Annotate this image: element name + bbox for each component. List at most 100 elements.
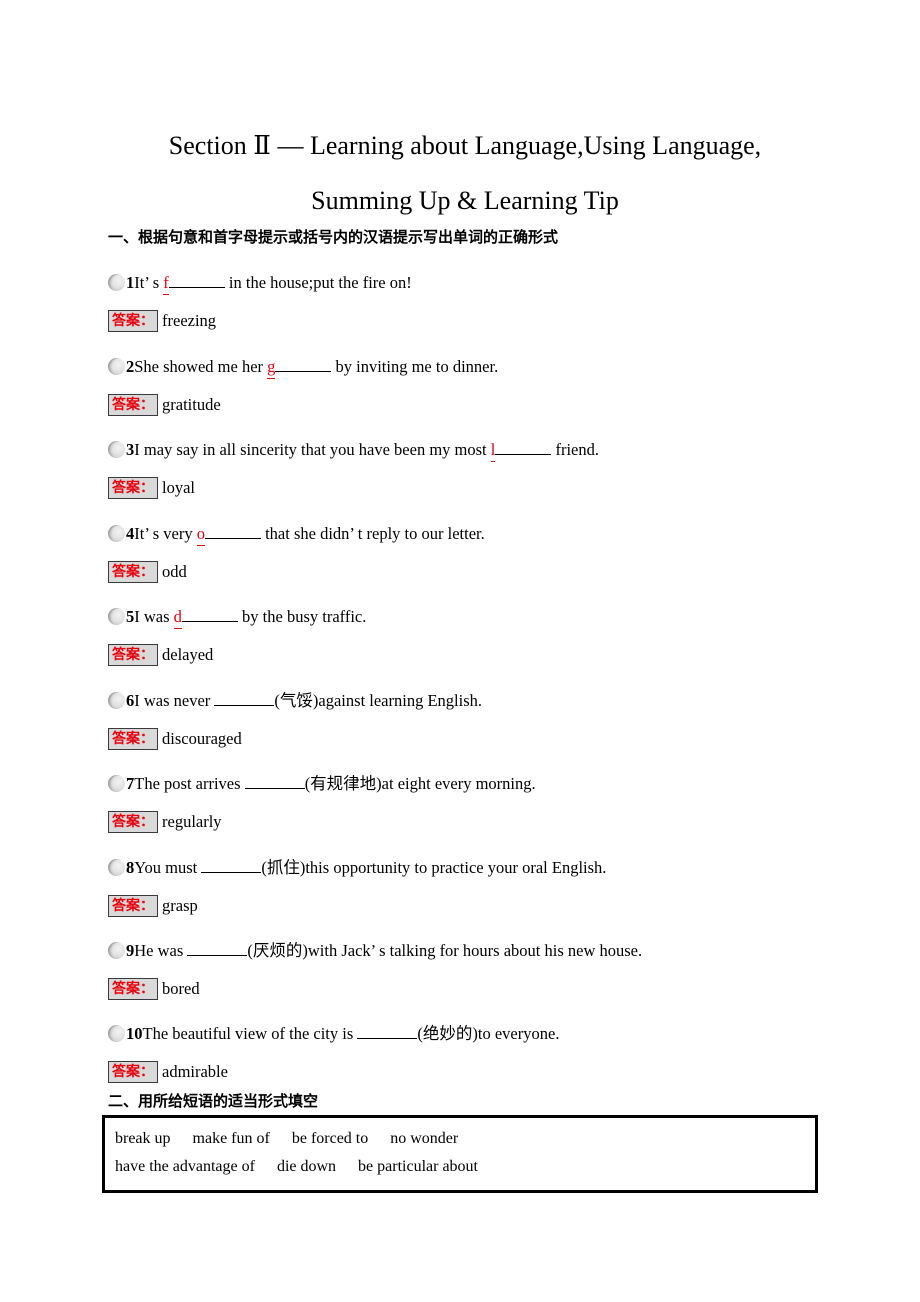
answer-label: 答案： bbox=[108, 728, 158, 750]
question-text-pre: The beautiful view of the city is bbox=[142, 1024, 358, 1043]
question-row: 8You must (抓住)this opportunity to practi… bbox=[108, 857, 606, 879]
answer-blank bbox=[201, 857, 262, 873]
answer-label: 答案： bbox=[108, 811, 158, 833]
answer-text: freezing bbox=[162, 311, 217, 330]
bullet-sphere-icon bbox=[108, 358, 125, 375]
bullet-sphere-icon bbox=[108, 1025, 125, 1042]
answer-blank bbox=[168, 272, 225, 288]
question-number: 5 bbox=[126, 607, 135, 626]
question-number: 2 bbox=[126, 357, 135, 376]
question-text-post: (有规律地)at eight every morning. bbox=[304, 774, 536, 793]
bullet-sphere-icon bbox=[108, 775, 125, 792]
answer-row: 答案： delayed bbox=[108, 644, 213, 668]
phrase-bank-line-1: break up make fun of be forced to no wonder bbox=[115, 1125, 805, 1153]
answer-text: admirable bbox=[162, 1062, 228, 1081]
answer-label: 答案： bbox=[108, 1061, 158, 1083]
question-number: 10 bbox=[126, 1024, 143, 1043]
question-text-pre: It’ s very bbox=[134, 524, 197, 543]
answer-blank bbox=[244, 773, 305, 789]
phrase-item: make fun of bbox=[192, 1130, 270, 1147]
title-line-1: Section Ⅱ — Learning about Language,Usin… bbox=[168, 131, 762, 160]
hint-letter: g bbox=[267, 356, 276, 379]
question-text-pre: You must bbox=[134, 858, 202, 877]
answer-text: delayed bbox=[162, 645, 214, 664]
phrase-item: die down bbox=[276, 1158, 337, 1175]
answer-label: 答案： bbox=[108, 561, 158, 583]
phrase-item: no wonder bbox=[390, 1130, 459, 1147]
question-text-pre: I was bbox=[134, 607, 174, 626]
answer-row: 答案： discouraged bbox=[108, 728, 242, 752]
question-text-pre: I may say in all sincerity that you have… bbox=[134, 440, 491, 459]
question-text-pre: The post arrives bbox=[134, 774, 245, 793]
section-one-heading: 一、根据句意和首字母提示或括号内的汉语提示写出单词的正确形式 bbox=[108, 228, 559, 246]
answer-row: 答案： bored bbox=[108, 978, 200, 1002]
question-row: 7The post arrives (有规律地)at eight every m… bbox=[108, 773, 536, 795]
question-number: 8 bbox=[126, 858, 135, 877]
question-text-post: that she didn’ t reply to our letter. bbox=[260, 524, 485, 543]
answer-text: bored bbox=[162, 979, 200, 998]
question-number: 4 bbox=[126, 524, 135, 543]
answer-row: 答案： freezing bbox=[108, 310, 216, 334]
section-two-heading: 二、用所给短语的适当形式填空 bbox=[108, 1092, 319, 1110]
bullet-sphere-icon bbox=[108, 441, 125, 458]
question-text-pre: I was never bbox=[134, 691, 215, 710]
title-line-2: Summing Up & Learning Tip bbox=[311, 186, 619, 215]
answer-blank bbox=[187, 940, 248, 956]
phrase-item: break up bbox=[115, 1130, 171, 1147]
answer-text: gratitude bbox=[162, 395, 221, 414]
answer-row: 答案： gratitude bbox=[108, 394, 221, 418]
answer-label: 答案： bbox=[108, 477, 158, 499]
question-row: 9He was (厌烦的)with Jack’ s talking for ho… bbox=[108, 940, 642, 962]
question-text-post: by the busy traffic. bbox=[237, 607, 367, 626]
question-number: 1 bbox=[126, 273, 135, 292]
question-text-post: (抓住)this opportunity to practice your or… bbox=[261, 858, 607, 877]
answer-text: grasp bbox=[162, 896, 198, 915]
answer-row: 答案： regularly bbox=[108, 811, 222, 835]
answer-text: loyal bbox=[162, 478, 195, 497]
question-row: 4It’ s very o that she didn’ t reply to … bbox=[108, 523, 485, 546]
question-row: 2She showed me her g by inviting me to d… bbox=[108, 356, 499, 379]
hint-letter: o bbox=[196, 523, 205, 546]
question-text-post: in the house;put the fire on! bbox=[224, 273, 412, 292]
answer-row: 答案： admirable bbox=[108, 1061, 228, 1085]
answer-row: 答案： grasp bbox=[108, 895, 198, 919]
bullet-sphere-icon bbox=[108, 274, 125, 291]
bullet-sphere-icon bbox=[108, 942, 125, 959]
question-number: 9 bbox=[126, 941, 135, 960]
question-number: 7 bbox=[126, 774, 135, 793]
page-title: Section Ⅱ — Learning about Language,Usin… bbox=[100, 118, 830, 228]
question-row: 1It’ s f in the house;put the fire on! bbox=[108, 272, 412, 295]
bullet-sphere-icon bbox=[108, 692, 125, 709]
question-text-pre: He was bbox=[134, 941, 188, 960]
answer-label: 答案： bbox=[108, 310, 158, 332]
answer-label: 答案： bbox=[108, 394, 158, 416]
question-text-pre: She showed me her bbox=[134, 357, 268, 376]
answer-blank bbox=[495, 439, 552, 455]
answer-blank bbox=[181, 606, 238, 622]
question-text-post: by inviting me to dinner. bbox=[331, 357, 499, 376]
phrase-bank-box: break up make fun of be forced to no wonder… bbox=[102, 1115, 818, 1193]
question-number: 3 bbox=[126, 440, 135, 459]
question-text-post: (气馁)against learning English. bbox=[274, 691, 483, 710]
answer-row: 答案： odd bbox=[108, 561, 187, 585]
answer-label: 答案： bbox=[108, 978, 158, 1000]
answer-label: 答案： bbox=[108, 644, 158, 666]
question-text-post: friend. bbox=[551, 440, 599, 459]
hint-letter: d bbox=[173, 606, 182, 629]
bullet-sphere-icon bbox=[108, 608, 125, 625]
question-row: 5I was d by the busy traffic. bbox=[108, 606, 367, 629]
question-number: 6 bbox=[126, 691, 135, 710]
phrase-bank-line-2: have the advantage of die down be particul… bbox=[115, 1153, 805, 1181]
bullet-sphere-icon bbox=[108, 525, 125, 542]
question-text-post: (绝妙的)to everyone. bbox=[417, 1024, 560, 1043]
question-row: 6I was never (气馁)against learning Englis… bbox=[108, 690, 482, 712]
question-text-post: (厌烦的)with Jack’ s talking for hours abou… bbox=[247, 941, 643, 960]
question-row: 3I may say in all sincerity that you hav… bbox=[108, 439, 599, 462]
question-row: 10The beautiful view of the city is (绝妙的… bbox=[108, 1023, 559, 1045]
phrase-item: be particular about bbox=[358, 1158, 478, 1175]
answer-blank bbox=[357, 1023, 418, 1039]
question-text-pre: It’ s bbox=[134, 273, 164, 292]
answer-text: regularly bbox=[162, 812, 222, 831]
answer-label: 答案： bbox=[108, 895, 158, 917]
answer-text: discouraged bbox=[162, 729, 242, 748]
